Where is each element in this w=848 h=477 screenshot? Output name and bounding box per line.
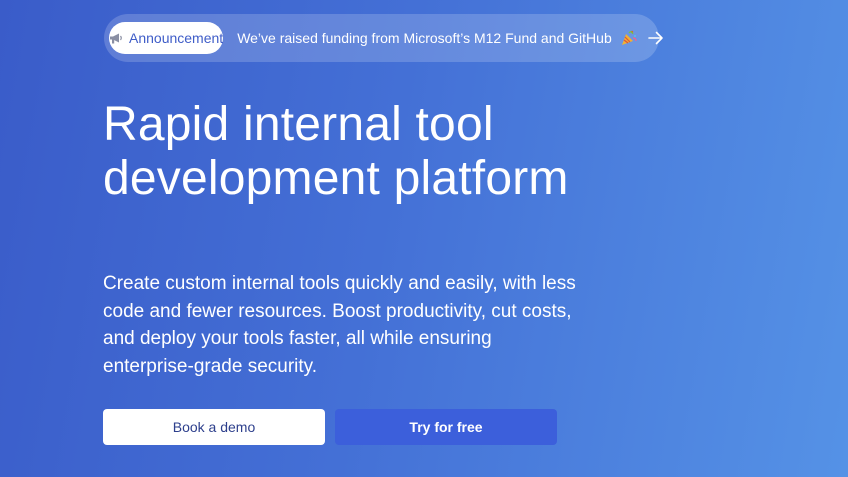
megaphone-icon	[109, 32, 123, 45]
arrow-right-icon	[647, 31, 664, 45]
announcement-banner[interactable]: Announcement We’ve raised funding from M…	[104, 14, 663, 62]
announcement-badge: Announcement	[109, 22, 224, 54]
book-demo-button[interactable]: Book a demo	[103, 409, 325, 445]
hero-section: Announcement We’ve raised funding from M…	[0, 0, 848, 477]
announcement-text: We’ve raised funding from Microsoft’s M1…	[237, 30, 612, 46]
try-for-free-button[interactable]: Try for free	[335, 409, 557, 445]
announcement-badge-label: Announcement	[129, 30, 224, 46]
party-popper-icon	[620, 29, 638, 47]
hero-description: Create custom internal tools quickly and…	[103, 273, 576, 377]
hero-headline: Rapid internal tool development platform	[103, 98, 569, 205]
